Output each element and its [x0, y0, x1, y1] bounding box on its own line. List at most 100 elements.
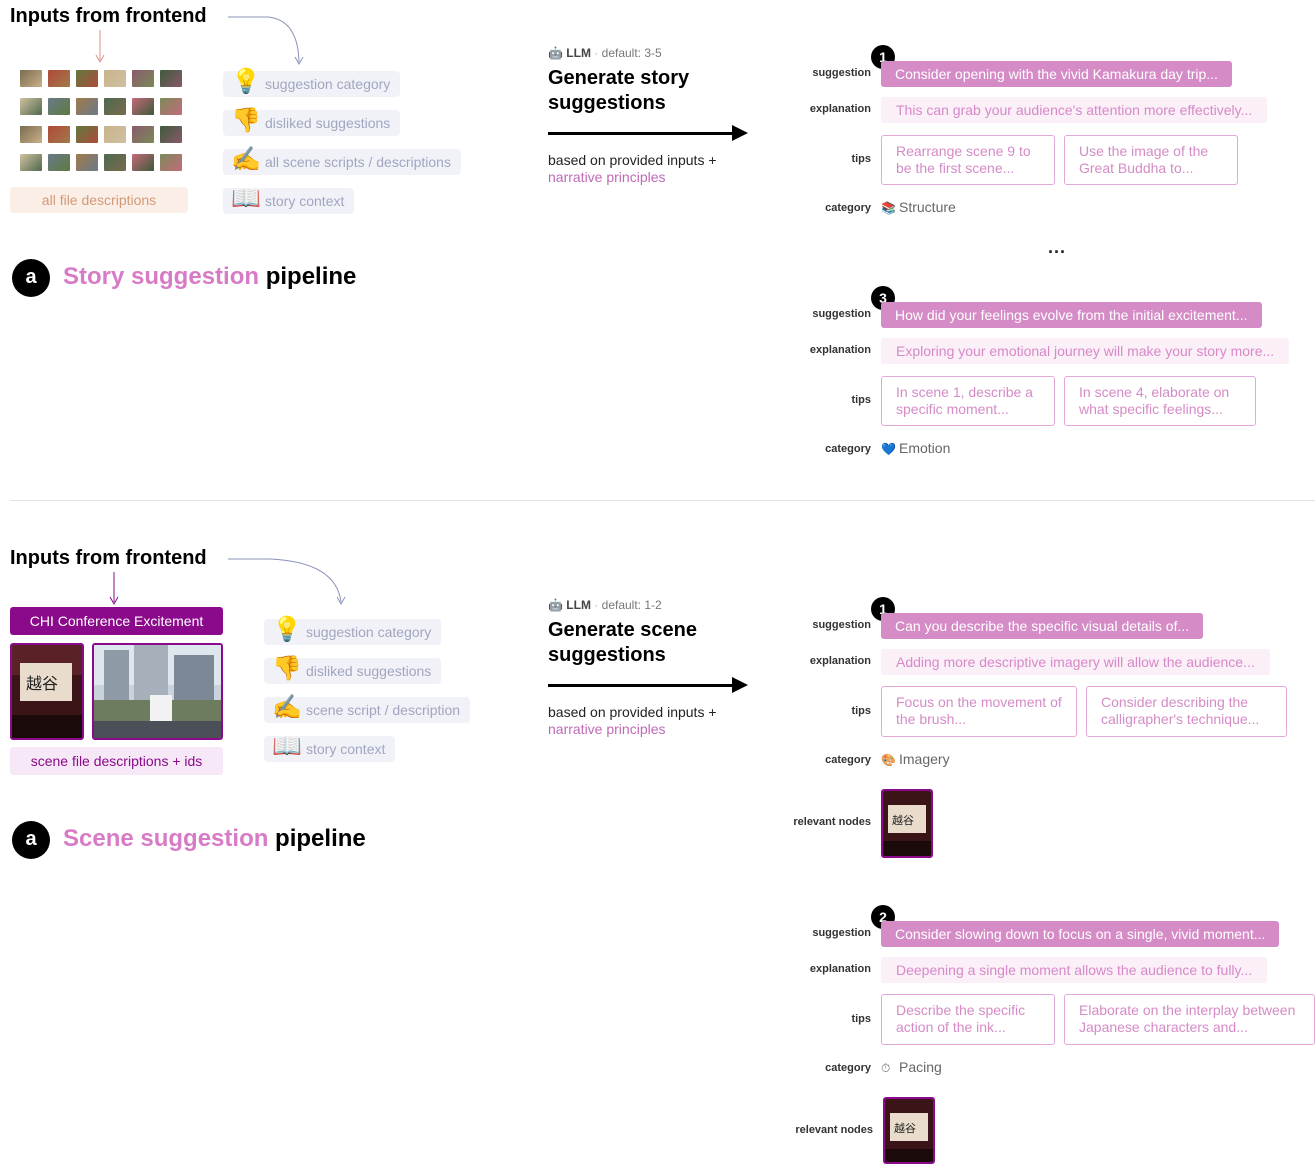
photo-thumbnail [48, 98, 70, 115]
section-divider [10, 500, 1315, 501]
explanation-label: explanation [809, 344, 871, 356]
photo-thumbnail [76, 70, 98, 87]
flow-arrow-line [548, 132, 734, 135]
llm-tag: 🤖 LLM · default: 3-5 [548, 46, 662, 60]
photo-thumbnail [20, 126, 42, 143]
relevant-nodes-label: relevant nodes [795, 1124, 873, 1136]
chip-disliked-suggestions: 👎 disliked suggestions [223, 107, 401, 136]
category-value: ⏱ Pacing [881, 1059, 942, 1075]
photo-thumbnail [104, 126, 126, 143]
books-icon: 📚 [881, 201, 896, 215]
category-value: 🎨 Imagery [881, 751, 950, 767]
category-value: 📚 Structure [881, 199, 956, 215]
photo-thumbnail [160, 126, 182, 143]
writing-hand-icon: ✍️ [272, 694, 302, 722]
category-value: 💙 Emotion [881, 440, 951, 456]
open-book-icon: 📖 [272, 733, 302, 761]
photo-thumbnail [160, 70, 182, 87]
photo-thumbnail [48, 70, 70, 87]
tip-card: Elaborate on the interplay between Japan… [1064, 994, 1315, 1045]
photo-thumbnail [132, 98, 154, 115]
photo-thumbnail [76, 126, 98, 143]
photo-thumbnail [48, 154, 70, 171]
photo-thumbnail [104, 154, 126, 171]
input-connector-arrows [95, 16, 304, 66]
robot-icon: 🤖 [548, 46, 563, 60]
chip-scene-scripts: ✍️ all scene scripts / descriptions [223, 146, 461, 175]
category-label: category [825, 443, 871, 455]
photo-thumbnail [76, 154, 98, 171]
explanation-text: Adding more descriptive imagery will all… [881, 649, 1270, 675]
tip-card: Focus on the movement of the brush... [881, 686, 1077, 737]
generate-scene-title: Generate scene suggestions [548, 619, 697, 666]
based-on-note: based on provided inputs + narrative pri… [548, 704, 717, 737]
tip-card: Describe the specific action of the ink.… [881, 994, 1055, 1045]
photo-thumbnail-grid [20, 70, 185, 178]
tips-label: tips [851, 394, 871, 406]
input-connector-arrows [109, 558, 346, 606]
photo-thumbnail [20, 70, 42, 87]
flow-arrow-head [732, 677, 748, 693]
tips-label: tips [851, 153, 871, 165]
photo-thumbnail [132, 70, 154, 87]
scene-photo-venue [92, 643, 223, 740]
lightbulb-icon: 💡 [231, 68, 261, 96]
all-file-descriptions-label: all file descriptions [10, 187, 188, 213]
scene-photo-presentation: 越谷 [10, 643, 84, 740]
photo-thumbnail [132, 154, 154, 171]
based-on-note: based on provided inputs + narrative pri… [548, 152, 717, 185]
relevant-node-thumbnail[interactable]: 越谷 [883, 1097, 935, 1164]
relevant-node-thumbnail[interactable]: 越谷 [881, 789, 933, 858]
chip-suggestion-category: 💡 suggestion category [264, 616, 442, 645]
photo-thumbnail [76, 98, 98, 115]
photo-thumbnail [48, 126, 70, 143]
relevant-nodes-label: relevant nodes [793, 816, 871, 828]
tips-label: tips [851, 1013, 871, 1025]
tip-card: Use the image of the Great Buddha to... [1064, 135, 1238, 185]
chip-story-context: 📖 story context [223, 185, 355, 214]
chip-story-context: 📖 story context [264, 733, 396, 762]
svg-text:越谷: 越谷 [892, 813, 914, 827]
generate-story-title: Generate story suggestions [548, 67, 690, 114]
tip-card: Rearrange scene 9 to be the first scene.… [881, 135, 1055, 185]
thumbs-down-icon: 👎 [272, 655, 302, 683]
chip-suggestion-category: 💡 suggestion category [223, 68, 401, 97]
category-label: category [825, 1062, 871, 1074]
thumbs-down-icon: 👎 [231, 107, 261, 135]
photo-thumbnail [160, 154, 182, 171]
writing-hand-icon: ✍️ [231, 146, 261, 174]
lightbulb-icon: 💡 [272, 616, 302, 644]
explanation-label: explanation [809, 655, 871, 667]
blue-heart-icon: 💙 [881, 442, 896, 456]
palette-icon: 🎨 [881, 753, 896, 767]
robot-icon: 🤖 [548, 598, 563, 612]
pipeline-badge: a [12, 259, 50, 297]
svg-text:越谷: 越谷 [894, 1121, 916, 1135]
llm-tag: 🤖 LLM · default: 1-2 [548, 598, 662, 612]
more-suggestions-ellipsis: ... [1048, 237, 1067, 257]
category-label: category [825, 754, 871, 766]
tip-card: In scene 4, elaborate on what specific f… [1064, 376, 1256, 426]
category-label: category [825, 202, 871, 214]
suggestion-label: suggestion [812, 927, 871, 939]
open-book-icon: 📖 [231, 185, 261, 213]
suggestion-label: suggestion [812, 308, 871, 320]
pipeline-badge: a [12, 821, 50, 859]
suggestion-text: How did your feelings evolve from the in… [881, 302, 1262, 328]
flow-arrow-head [732, 125, 748, 141]
chip-disliked-suggestions: 👎 disliked suggestions [264, 655, 442, 684]
tip-card: In scene 1, describe a specific moment..… [881, 376, 1055, 426]
explanation-text: Deepening a single moment allows the aud… [881, 957, 1268, 983]
photo-thumbnail [132, 126, 154, 143]
flow-arrow-line [548, 684, 734, 687]
photo-thumbnail [104, 98, 126, 115]
photo-thumbnail [160, 98, 182, 115]
story-pipeline-title: Story suggestion pipeline [63, 263, 357, 290]
scene-title: CHI Conference Excitement [10, 607, 223, 635]
tips-label: tips [851, 705, 871, 717]
photo-thumbnail [20, 154, 42, 171]
explanation-label: explanation [809, 963, 871, 975]
explanation-text: This can grab your audience's attention … [881, 97, 1268, 123]
explanation-text: Exploring your emotional journey will ma… [881, 338, 1290, 364]
suggestion-label: suggestion [812, 67, 871, 79]
